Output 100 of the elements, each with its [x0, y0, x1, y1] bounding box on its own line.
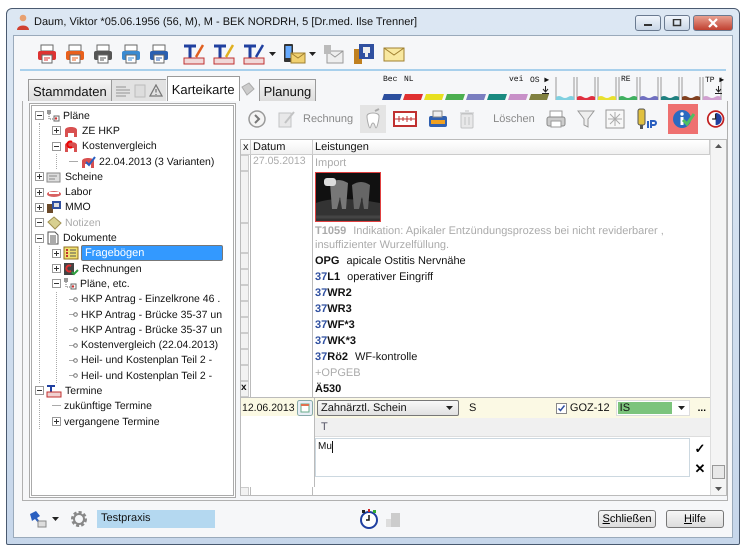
expand-button[interactable] — [52, 264, 61, 274]
tab[interactable]: Karteikarte — [166, 76, 240, 101]
tab[interactable]: Planung — [258, 79, 316, 101]
color-tab[interactable] — [487, 94, 507, 100]
toolbar-icon-button[interactable] — [668, 104, 698, 134]
row-handle[interactable] — [241, 269, 249, 285]
color-tab[interactable] — [529, 94, 549, 100]
expand-button[interactable] — [35, 172, 44, 182]
color-tab[interactable] — [618, 77, 638, 101]
practice-field[interactable]: Testpraxis — [97, 510, 215, 528]
phone-mail-icon[interactable] — [282, 43, 306, 65]
tree-item[interactable]: 22.04.2013 (3 Varianten) — [98, 156, 216, 168]
checkbox[interactable] — [556, 402, 567, 414]
caret-icon[interactable] — [52, 517, 59, 521]
expand-button[interactable] — [52, 126, 61, 136]
collapse-button[interactable] — [35, 386, 44, 396]
tree-item[interactable]: Dokumente — [62, 232, 118, 244]
tree-item[interactable]: Pläne, etc. — [79, 278, 131, 290]
stopwatch-icon[interactable] — [359, 509, 379, 529]
color-tab[interactable] — [660, 77, 680, 101]
color-tab[interactable] — [403, 94, 423, 100]
color-tab[interactable] — [555, 77, 575, 101]
color-tab[interactable] — [639, 77, 659, 101]
expand-button[interactable] — [35, 188, 44, 197]
color-tab[interactable] — [445, 94, 465, 100]
expand-button[interactable] — [52, 248, 61, 258]
color-tab[interactable] — [702, 77, 722, 101]
expand-button[interactable] — [52, 417, 61, 426]
scrollbar[interactable] — [710, 140, 726, 495]
scrollbar-thumb[interactable] — [712, 465, 725, 479]
dialog-button[interactable]: Schließen — [598, 510, 656, 528]
tree-item[interactable]: Kostenvergleich — [81, 140, 158, 152]
tree-item[interactable]: Termine — [64, 384, 104, 397]
tree-item[interactable]: Kostenvergleich (22.04.2013) — [80, 339, 220, 352]
tree-item[interactable]: HKP Antrag - Brücke 35-37 un — [80, 308, 224, 320]
table-pencil-icon[interactable] — [182, 43, 206, 65]
row-handle[interactable] — [241, 171, 249, 223]
calendar-icon[interactable] — [297, 400, 313, 416]
row-handle[interactable] — [241, 301, 249, 317]
color-tab[interactable] — [424, 94, 444, 100]
download-icon[interactable] — [542, 86, 549, 94]
tree-item[interactable]: MMO — [64, 201, 92, 214]
scroll-down-icon[interactable] — [715, 487, 722, 491]
more-button[interactable]: ... — [696, 402, 708, 414]
color-tab[interactable] — [576, 77, 596, 101]
tree-item[interactable]: Heil- und Kostenplan Teil 2 - — [80, 354, 214, 366]
color-tab[interactable] — [597, 77, 617, 101]
close-button[interactable] — [693, 15, 733, 31]
scroll-up-icon[interactable] — [715, 144, 722, 148]
tree-item[interactable]: Scheine — [64, 170, 104, 183]
table-star-icon[interactable] — [212, 43, 236, 65]
color-tab[interactable] — [382, 94, 402, 100]
color-tab[interactable] — [466, 94, 486, 100]
row-handle[interactable] — [241, 349, 249, 365]
tab[interactable]: Stammdaten — [28, 79, 112, 101]
row-handle[interactable] — [241, 223, 249, 253]
color-tab[interactable] — [508, 94, 528, 100]
dialog-button[interactable]: Hilfe — [666, 510, 724, 528]
download-icon[interactable] — [715, 86, 722, 94]
printer-icon[interactable] — [148, 43, 170, 65]
tree-item[interactable]: HKP Antrag - Brücke 35-37 un — [80, 324, 224, 336]
tree-item[interactable]: HKP Antrag - Einzelkrone 46 . — [80, 293, 222, 306]
date-field[interactable]: 12.06.2013 — [241, 400, 295, 414]
row-handle[interactable] — [241, 253, 249, 269]
dropdown[interactable]: Zahnärztl. Schein — [317, 400, 459, 416]
settings-icon[interactable] — [69, 509, 89, 529]
text-area[interactable]: Mu — [315, 438, 690, 477]
tree-item[interactable]: Heil- und Kostenplan Teil 2 - — [80, 370, 214, 382]
collapse-button[interactable] — [52, 279, 61, 288]
cancel-button[interactable]: ✕ — [694, 461, 706, 477]
tree-item[interactable]: ZE HKP — [81, 124, 121, 137]
caret-icon[interactable] — [309, 52, 316, 56]
collapse-button[interactable] — [35, 234, 44, 243]
row-handle[interactable] — [241, 365, 249, 381]
row-handle[interactable]: x — [241, 381, 249, 397]
combo-box[interactable]: IS — [616, 400, 690, 416]
color-tab[interactable] — [681, 77, 701, 101]
confirm-button[interactable]: ✓ — [694, 441, 706, 457]
maximize-button[interactable] — [664, 15, 690, 31]
row-handle[interactable] — [241, 317, 249, 333]
printer-icon[interactable] — [36, 43, 58, 65]
tree-item[interactable]: Labor — [64, 186, 93, 198]
row-handle[interactable] — [241, 487, 249, 495]
caret-icon[interactable] — [269, 52, 276, 56]
minimize-button[interactable] — [635, 15, 661, 31]
row-handle[interactable] — [241, 333, 249, 349]
pushpin-icon[interactable] — [28, 510, 48, 528]
printer-icon[interactable] — [92, 43, 114, 65]
tree-item[interactable]: Rechnungen — [81, 262, 143, 275]
mail-icon[interactable] — [322, 43, 346, 65]
collapse-button[interactable] — [52, 142, 61, 151]
row-handle[interactable] — [241, 285, 249, 301]
collapse-button[interactable] — [35, 111, 44, 120]
printer-icon[interactable] — [120, 43, 142, 65]
column-header[interactable]: x — [241, 140, 251, 154]
row-handle[interactable] — [241, 155, 249, 171]
tree-item[interactable]: zukünftige Termine — [63, 400, 153, 412]
clock-icon[interactable] — [706, 108, 725, 130]
table-icon[interactable] — [242, 43, 266, 65]
tree-item[interactable]: Pläne — [62, 110, 91, 122]
